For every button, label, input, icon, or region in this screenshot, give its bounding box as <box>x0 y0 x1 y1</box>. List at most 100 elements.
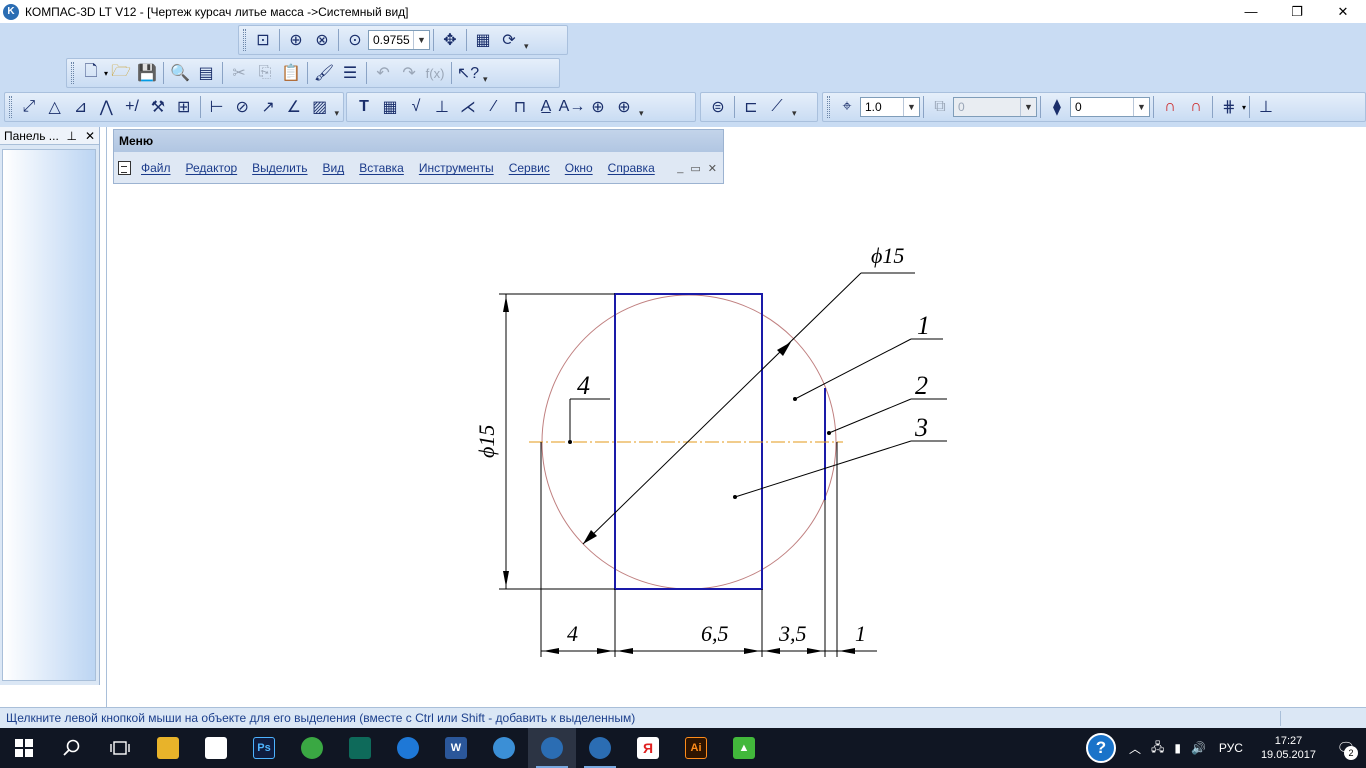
hatch-icon[interactable]: ▨ <box>307 94 333 120</box>
input-language[interactable]: РУС <box>1219 741 1243 755</box>
properties-icon[interactable]: ▤ <box>193 60 219 86</box>
search-button[interactable] <box>48 728 96 768</box>
network-icon[interactable]: 🖧 <box>1151 738 1164 759</box>
drawing-canvas[interactable]: ϕ15 ϕ15 1 2 3 4 4 6,5 3,5 1 <box>106 127 1366 707</box>
table-icon[interactable]: ▦ <box>377 94 403 120</box>
taskbar-kompas-active[interactable] <box>528 728 576 768</box>
chevron-down-icon[interactable]: ▼ <box>413 31 429 49</box>
angle-dim-icon[interactable]: ∠ <box>281 94 307 120</box>
start-button[interactable] <box>0 728 48 768</box>
zoom-combo[interactable]: 0.9755 ▼ <box>368 30 430 50</box>
show-hidden-icons-icon[interactable]: ︿ <box>1129 740 1141 757</box>
restore-button[interactable]: ❐ <box>1274 0 1320 23</box>
menu-help[interactable]: Справка <box>608 161 655 175</box>
toolbar-grip[interactable] <box>827 96 830 118</box>
copy-icon[interactable]: ⎘ <box>252 60 278 86</box>
grid-icon[interactable]: ⋕ <box>1216 94 1242 120</box>
zoom-scale-icon[interactable]: ⊙ <box>342 27 368 53</box>
leader-label-2[interactable]: 2 <box>915 371 928 400</box>
taskbar-app-gear[interactable] <box>480 728 528 768</box>
paste-icon[interactable]: 📋 <box>278 60 304 86</box>
clock[interactable]: 17:27 19.05.2017 <box>1261 734 1316 762</box>
open-folder-icon[interactable]: 🗁 <box>108 60 134 86</box>
minimize-button[interactable]: — <box>1228 0 1274 23</box>
diameter-dim-icon[interactable]: ⊘ <box>229 94 255 120</box>
panel-close-icon[interactable]: ✕ <box>85 129 95 143</box>
menu-close-icon[interactable]: ✕ <box>708 162 717 175</box>
volume-icon[interactable]: 🔊 <box>1191 741 1206 755</box>
toolbar-overflow-icon[interactable]: ▾ <box>335 108 340 119</box>
view-arrow-icon[interactable]: A̲ <box>533 94 559 120</box>
taskbar-app-green[interactable] <box>288 728 336 768</box>
toolbar-overflow-icon[interactable]: ▾ <box>792 108 797 119</box>
zoom-dynamic-icon[interactable]: ⊗ <box>309 27 335 53</box>
menu-select[interactable]: Выделить <box>252 161 307 175</box>
parametrization-icon[interactable]: +/ <box>119 94 145 120</box>
menu-insert[interactable]: Вставка <box>359 161 404 175</box>
drawing-svg[interactable]: ϕ15 ϕ15 1 2 3 4 4 6,5 3,5 1 <box>107 127 1366 707</box>
layer-combo[interactable]: 0 ▼ <box>1070 97 1150 117</box>
layers-icon[interactable]: ⊜ <box>705 94 731 120</box>
toolbar-overflow-icon[interactable]: ▾ <box>524 41 529 52</box>
menu-service[interactable]: Сервис <box>509 161 550 175</box>
grid-dropdown-icon[interactable]: ▾ <box>1242 103 1246 112</box>
bottom-dim-label-4[interactable]: 1 <box>855 621 866 646</box>
new-document-icon[interactable]: 🗋 <box>78 60 104 86</box>
radius-dim-icon[interactable]: ↗ <box>255 94 281 120</box>
taskbar-explorer[interactable] <box>144 728 192 768</box>
refresh-icon[interactable]: ⟳ <box>496 27 522 53</box>
taskbar-kompas[interactable] <box>576 728 624 768</box>
context-help-icon[interactable]: ↖? <box>455 60 481 86</box>
zoom-in-icon[interactable]: ⊕ <box>283 27 309 53</box>
toolbar-grip[interactable] <box>9 96 12 118</box>
close-button[interactable]: ✕ <box>1320 0 1366 23</box>
leader-label-4[interactable]: 4 <box>577 371 590 400</box>
toolbar-grip[interactable] <box>71 62 74 84</box>
crosshair-icon[interactable]: ⊕ <box>611 94 637 120</box>
local-snap-magnet-icon[interactable]: ∩ <box>1183 94 1209 120</box>
text-icon[interactable]: T <box>351 94 377 120</box>
save-icon[interactable]: 💾 <box>134 60 160 86</box>
diameter-leader-line[interactable] <box>582 272 862 545</box>
task-view-button[interactable] <box>96 728 144 768</box>
vertical-dim-label[interactable]: ϕ15 <box>474 425 499 458</box>
local-cs-icon[interactable]: ⊥ <box>1253 94 1279 120</box>
leader-line-2[interactable] <box>828 398 912 434</box>
menu-restore-icon[interactable]: ▭ <box>690 162 700 175</box>
document-icon[interactable] <box>118 161 131 175</box>
pan-icon[interactable]: ✥ <box>437 27 463 53</box>
format-painter-icon[interactable]: 🖌 <box>311 60 337 86</box>
taskbar-illustrator[interactable]: Ai <box>672 728 720 768</box>
snap-magnet-icon[interactable]: ∩ <box>1157 94 1183 120</box>
edit-icon[interactable]: ⋀ <box>93 94 119 120</box>
menu-window-title[interactable]: Меню <box>114 130 723 152</box>
select-icon[interactable]: ⊞ <box>171 94 197 120</box>
dimensions-icon[interactable]: △ <box>42 94 68 120</box>
taskbar-word[interactable]: W <box>432 728 480 768</box>
step-combo[interactable]: 1.0 ▼ <box>860 97 920 117</box>
taskbar-photoshop[interactable]: Ps <box>240 728 288 768</box>
menu-tools[interactable]: Инструменты <box>419 161 494 175</box>
leader-icon[interactable]: ⋌ <box>455 94 481 120</box>
step-cursor-icon[interactable]: ⌖ <box>834 94 860 120</box>
document-manager-icon[interactable]: ☰ <box>337 60 363 86</box>
battery-icon[interactable]: ▮ <box>1174 741 1181 755</box>
diameter-callout[interactable]: ϕ15 <box>871 243 904 268</box>
arrow-direction-icon[interactable]: A→ <box>559 94 586 120</box>
geometry-icon[interactable]: ⤢ <box>16 94 42 120</box>
menu-view[interactable]: Вид <box>323 161 345 175</box>
leader-label-1[interactable]: 1 <box>917 311 930 340</box>
toolbar-grip[interactable] <box>243 29 246 51</box>
designations-icon[interactable]: ⊿ <box>68 94 94 120</box>
taskbar-edge[interactable] <box>384 728 432 768</box>
view-state-icon[interactable]: ⧉ <box>927 94 953 120</box>
redo-icon[interactable]: ↷ <box>396 60 422 86</box>
align-icon[interactable]: ⊏ <box>738 94 764 120</box>
chevron-down-icon[interactable]: ▼ <box>1133 98 1149 116</box>
view-combo[interactable]: 0 ▼ <box>953 97 1037 117</box>
line-style-icon[interactable]: ⟋ <box>764 94 790 120</box>
menu-minimize-icon[interactable]: _ <box>677 162 683 175</box>
roughness-icon[interactable]: √ <box>403 94 429 120</box>
menu-file[interactable]: Файл <box>141 161 171 175</box>
chevron-down-icon[interactable]: ▼ <box>1020 98 1036 116</box>
